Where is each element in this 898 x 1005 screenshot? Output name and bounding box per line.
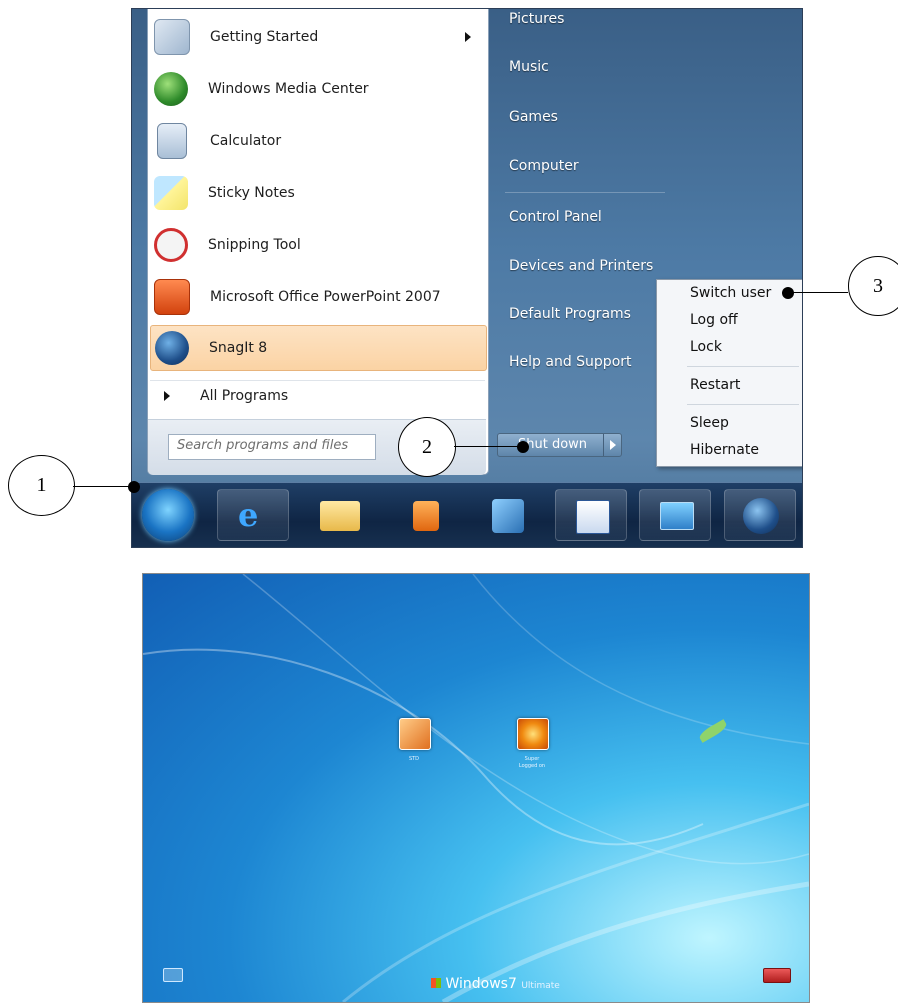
internet-explorer-icon[interactable]: e (217, 489, 289, 541)
program-getting-started[interactable]: Getting Started (150, 14, 485, 60)
windows-logo: Windows7 Ultimate (431, 976, 560, 992)
program-label: Microsoft Office PowerPoint 2007 (210, 289, 441, 305)
login-screen-screenshot: STD Super Logged on Windows7 Ultimate (142, 573, 810, 1003)
menu-item-switch-user[interactable]: Switch user (690, 285, 771, 301)
start-menu-places-pane: Pictures Music Games Computer Control Pa… (489, 9, 679, 474)
user-status-super: Logged on (518, 763, 546, 769)
remote-desktop-icon[interactable] (639, 489, 711, 541)
place-games[interactable]: Games (509, 109, 558, 125)
callout-2-leader (454, 446, 522, 447)
place-music[interactable]: Music (509, 59, 549, 75)
install-wizard-icon[interactable] (470, 489, 542, 541)
all-programs-label: All Programs (200, 388, 289, 404)
menu-item-lock[interactable]: Lock (690, 339, 722, 355)
program-sticky-notes[interactable]: Sticky Notes (150, 170, 485, 216)
shutdown-flyout-menu: Switch user Log off Lock Restart Sleep H… (656, 279, 802, 467)
edition-label: Ultimate (521, 981, 560, 991)
getting-started-icon (154, 19, 190, 55)
user-tile-super[interactable] (517, 718, 549, 750)
place-computer[interactable]: Computer (509, 158, 579, 174)
windows-flag-icon (431, 978, 441, 988)
windows-explorer-icon[interactable] (304, 489, 376, 541)
powerpoint-icon (154, 279, 190, 315)
program-label: Getting Started (210, 29, 319, 45)
snagit-icon[interactable] (724, 489, 796, 541)
program-label: Sticky Notes (208, 185, 295, 201)
taskbar: e (132, 482, 802, 547)
calculator-icon (157, 123, 187, 159)
start-menu-programs-pane: Getting Started Windows Media Center Cal… (147, 9, 489, 475)
power-button[interactable] (763, 968, 791, 983)
program-label: Calculator (210, 133, 282, 149)
menu-item-hibernate[interactable]: Hibernate (690, 442, 759, 458)
ease-of-access-icon[interactable] (163, 968, 183, 982)
place-help-and-support[interactable]: Help and Support (509, 354, 632, 370)
callout-1-leader (73, 486, 133, 487)
program-snipping-tool[interactable]: Snipping Tool (150, 222, 485, 268)
callout-3: 3 (848, 256, 898, 316)
callout-2: 2 (398, 417, 456, 477)
place-default-programs[interactable]: Default Programs (509, 306, 631, 322)
divider (687, 404, 799, 405)
word-icon[interactable] (555, 489, 627, 541)
user-name-super: Super (524, 756, 540, 762)
shutdown-button[interactable]: Shut down (498, 434, 604, 456)
callout-3-marker (782, 287, 794, 299)
menu-item-restart[interactable]: Restart (690, 377, 740, 393)
program-snagit[interactable]: SnagIt 8 (150, 325, 487, 371)
callout-1-marker (128, 481, 140, 493)
snipping-tool-icon (154, 228, 188, 262)
program-label: Windows Media Center (208, 81, 369, 97)
shutdown-button-group: Shut down (497, 433, 622, 457)
program-label: SnagIt 8 (209, 340, 268, 356)
shutdown-options-arrow-icon[interactable] (610, 440, 616, 450)
callout-2-marker (517, 441, 529, 453)
start-orb-icon[interactable] (142, 489, 194, 541)
callout-1: 1 (8, 455, 75, 516)
sticky-notes-icon (154, 176, 188, 210)
program-calculator[interactable]: Calculator (150, 118, 485, 164)
search-input[interactable]: Search programs and files (168, 434, 376, 460)
expand-arrow-icon (164, 391, 170, 401)
program-windows-media-center[interactable]: Windows Media Center (150, 66, 485, 112)
divider (687, 366, 799, 367)
menu-item-log-off[interactable]: Log off (690, 312, 738, 328)
place-devices-and-printers[interactable]: Devices and Printers (509, 258, 653, 274)
start-menu-screenshot: Getting Started Windows Media Center Cal… (131, 8, 803, 548)
brand-version: 7 (507, 976, 517, 992)
brand-name: Windows (445, 976, 508, 992)
user-name-std: STD (408, 756, 420, 762)
program-label: Snipping Tool (208, 237, 301, 253)
menu-item-sleep[interactable]: Sleep (690, 415, 729, 431)
media-player-icon[interactable] (389, 489, 461, 541)
place-pictures[interactable]: Pictures (509, 11, 564, 27)
program-powerpoint[interactable]: Microsoft Office PowerPoint 2007 (150, 274, 485, 320)
windows-media-center-icon (154, 72, 188, 106)
all-programs-button[interactable]: All Programs (150, 380, 485, 411)
submenu-arrow-icon (465, 32, 471, 42)
divider (505, 192, 665, 193)
place-control-panel[interactable]: Control Panel (509, 209, 602, 225)
wallpaper-swoosh (143, 574, 809, 1002)
user-tile-std[interactable] (399, 718, 431, 750)
callout-3-leader (788, 292, 848, 293)
snagit-icon (155, 331, 189, 365)
